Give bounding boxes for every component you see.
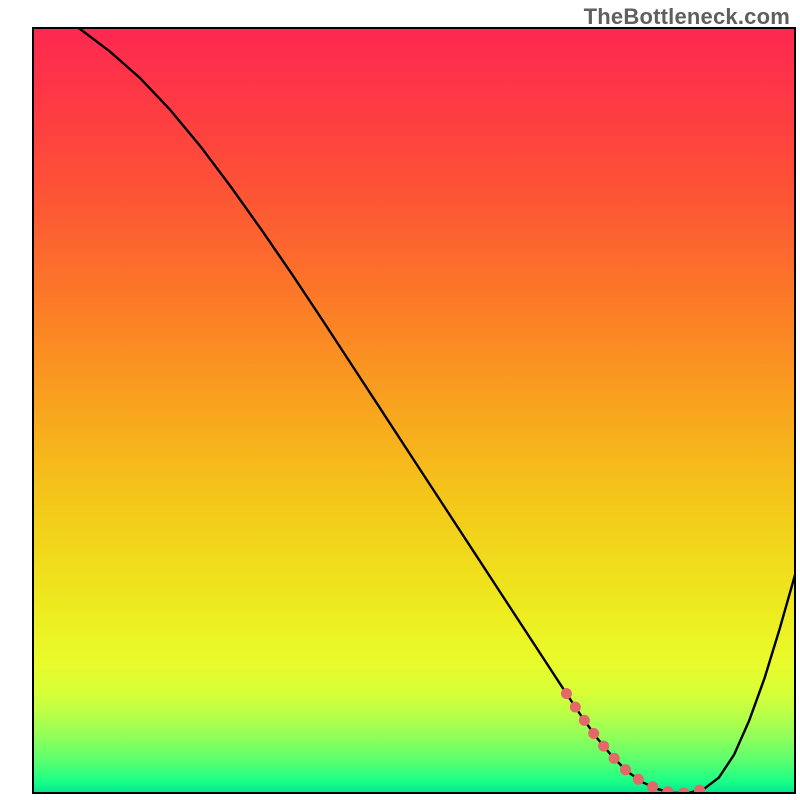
heat-gradient-background: [33, 28, 795, 793]
bottleneck-chart: [0, 0, 800, 800]
chart-frame: TheBottleneck.com: [0, 0, 800, 800]
watermark-text: TheBottleneck.com: [584, 4, 790, 30]
